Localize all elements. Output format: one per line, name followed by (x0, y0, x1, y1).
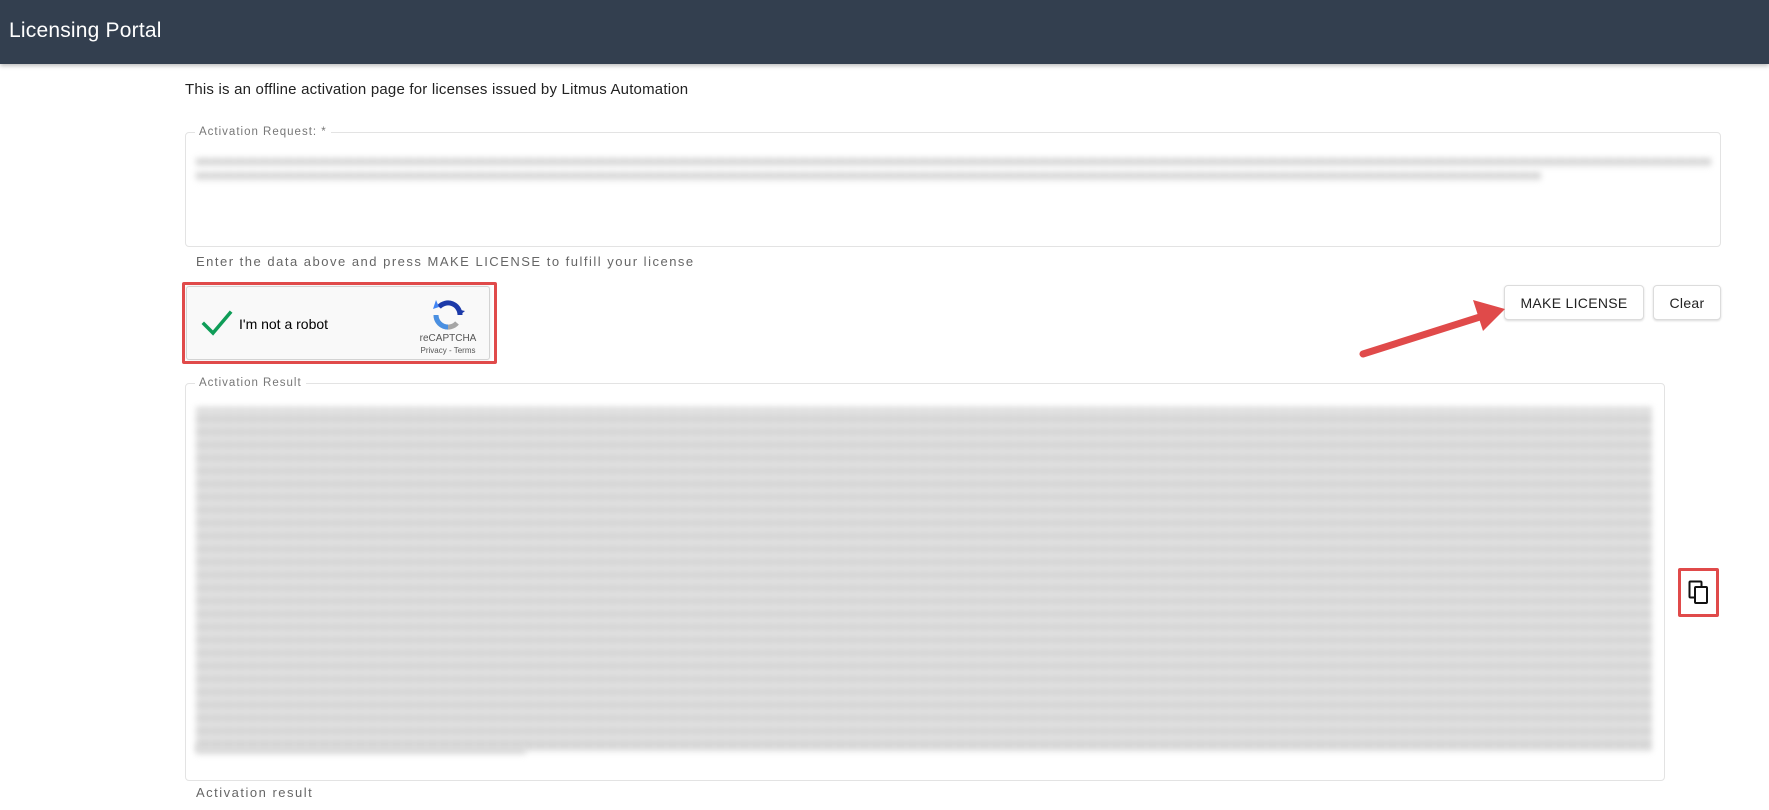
activation-request-value-blurred (196, 158, 1711, 167)
intro-text: This is an offline activation page for l… (185, 81, 689, 98)
activation-result-field[interactable]: Activation Result (185, 377, 1665, 781)
activation-request-helper: Enter the data above and press MAKE LICE… (196, 254, 695, 269)
activation-result-helper: Activation result (196, 785, 314, 800)
captcha-highlight-box (182, 282, 497, 364)
activation-result-value-blurred (196, 407, 1652, 752)
app-title: Licensing Portal (9, 19, 162, 42)
activation-request-value-blurred (196, 172, 1541, 181)
make-license-button[interactable]: MAKE LICENSE (1504, 285, 1644, 320)
activation-request-field[interactable]: Activation Request: * (185, 126, 1721, 247)
activation-result-value-blurred (196, 746, 526, 755)
activation-result-label: Activation Result (199, 377, 302, 389)
app-header: Licensing Portal (0, 0, 1769, 64)
arrow-icon (1359, 300, 1505, 358)
activation-request-label: Activation Request: * (199, 126, 327, 138)
clear-button[interactable]: Clear (1653, 285, 1721, 320)
copy-highlight-box (1678, 568, 1719, 617)
